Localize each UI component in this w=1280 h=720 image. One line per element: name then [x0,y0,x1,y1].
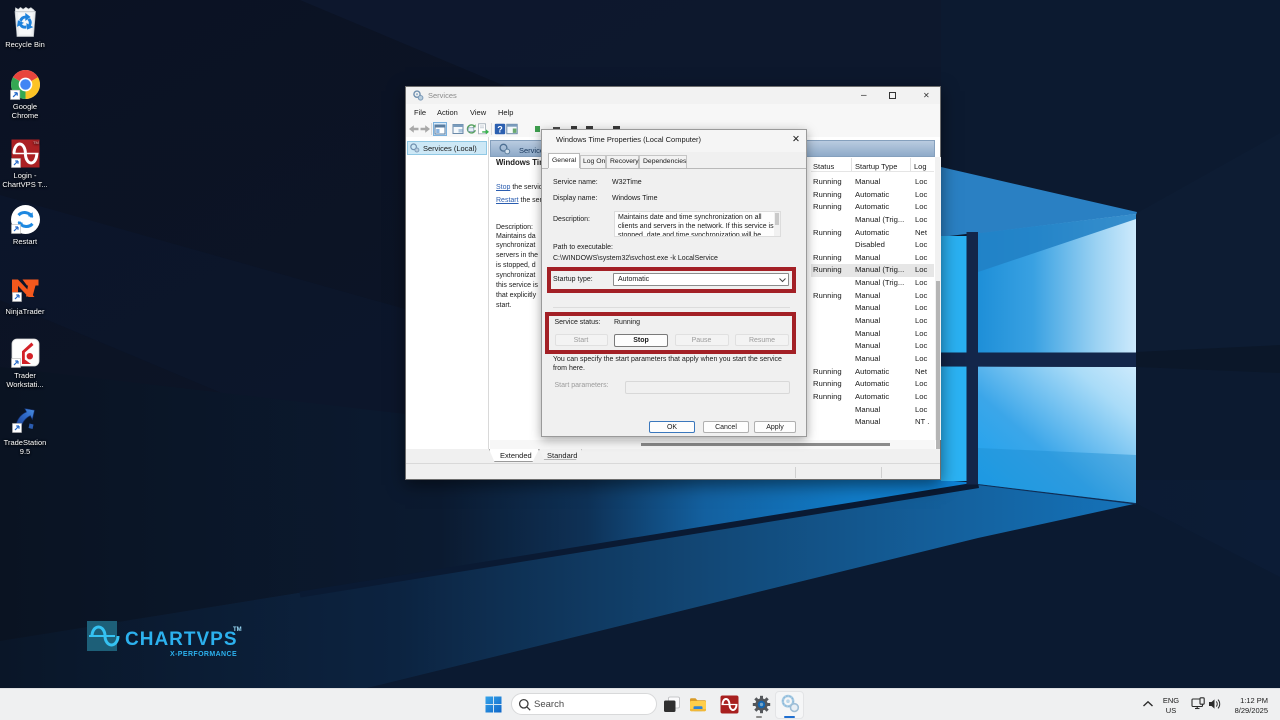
svg-text:?: ? [497,124,503,134]
svg-text:X-PERFORMANCE: X-PERFORMANCE [170,651,237,658]
svg-text:TM: TM [33,140,39,145]
svg-text:TM: TM [233,627,242,633]
svg-text:CHARTVPS: CHARTVPS [125,629,238,650]
